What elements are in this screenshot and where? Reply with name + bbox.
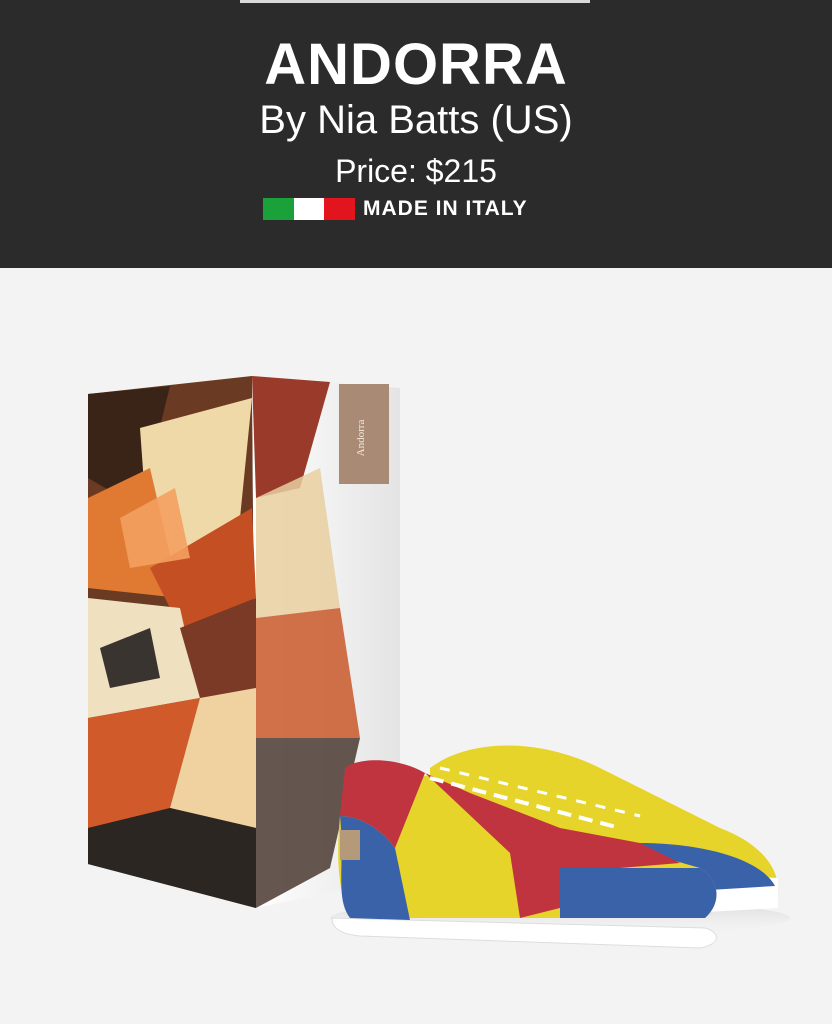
italy-flag-icon <box>263 198 356 220</box>
made-in-badge: MADE IN ITALY <box>263 197 528 221</box>
product-image: Andorra <box>0 268 832 1024</box>
origin-label: MADE IN ITALY <box>363 197 528 220</box>
top-divider <box>240 0 590 3</box>
box-brand-text: Andorra <box>355 420 367 457</box>
shoe-tag <box>340 830 360 860</box>
price-line: Price: $215 <box>335 153 497 189</box>
product-title: ANDORRA <box>264 32 568 97</box>
product-header: ANDORRA By Nia Batts (US) Price: $215 MA… <box>0 0 832 268</box>
designer-line: By Nia Batts (US) <box>259 98 573 142</box>
product-illustration: Andorra <box>88 376 790 949</box>
